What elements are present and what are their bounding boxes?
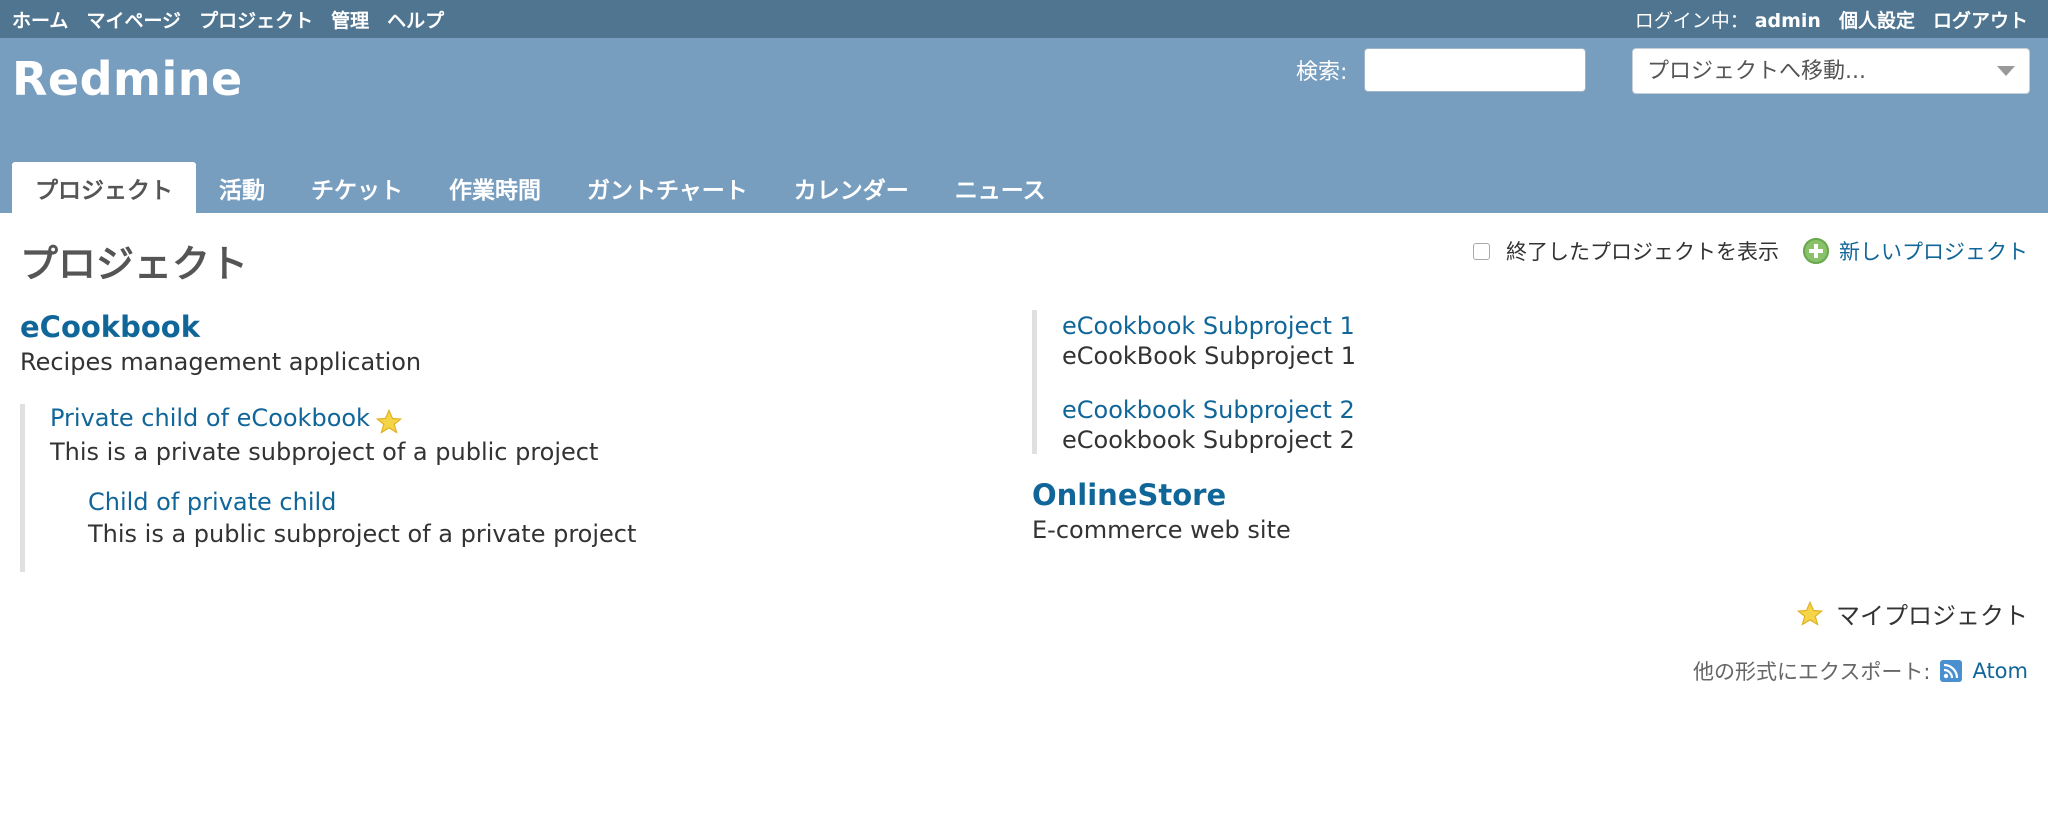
rss-feed-icon[interactable] <box>1940 660 1963 682</box>
top-menu-administration[interactable]: 管理 <box>331 6 369 33</box>
export-label: 他の形式にエクスポート: <box>1693 660 1931 684</box>
project-description: This is a public subproject of a private… <box>88 520 637 548</box>
logout-link[interactable]: ログアウト <box>1933 6 2028 33</box>
project-link-ecookbook[interactable]: eCookbook <box>20 310 421 344</box>
top-menu-left: ホーム マイページ プロジェクト 管理 ヘルプ <box>12 0 444 38</box>
logged-user-link[interactable]: admin <box>1755 10 1821 32</box>
star-icon <box>1796 600 1824 626</box>
top-menu-my-page[interactable]: マイページ <box>86 6 181 33</box>
add-icon <box>1803 238 1829 264</box>
project-subproject-1: eCookbook Subproject 1 eCookBook Subproj… <box>1062 312 1356 370</box>
tab-time-entries[interactable]: 作業時間 <box>426 162 564 213</box>
project-description: This is a private subproject of a public… <box>50 437 599 466</box>
show-closed-label[interactable]: 終了したプロジェクトを表示 <box>1506 236 1779 266</box>
star-icon <box>375 408 403 434</box>
project-private-child: Private child of eCookbook This is a pri… <box>50 404 598 466</box>
project-link-onlinestore[interactable]: OnlineStore <box>1032 478 1291 512</box>
search-input[interactable] <box>1364 48 1586 92</box>
project-children-ecookbook-right: eCookbook Subproject 1 eCookBook Subproj… <box>1032 310 1437 454</box>
project-jump-label: プロジェクトへ移動... <box>1647 59 1866 84</box>
new-project-link[interactable]: 新しいプロジェクト <box>1839 236 2028 266</box>
top-menu-help[interactable]: ヘルプ <box>387 6 444 33</box>
project-link-subproject-2[interactable]: eCookbook Subproject 2 <box>1062 396 1355 424</box>
header: Redmine 検索: プロジェクトへ移動... プロジェクト 活動 チケット … <box>0 38 2048 213</box>
atom-link[interactable]: Atom <box>1972 659 2028 683</box>
my-account-link[interactable]: 個人設定 <box>1839 6 1915 33</box>
project-link-child-of-private-child[interactable]: Child of private child <box>88 488 636 516</box>
tab-issues[interactable]: チケット <box>288 162 426 213</box>
account-menu: ログイン中： admin 個人設定 ログアウト <box>1635 0 2028 38</box>
top-menu-projects[interactable]: プロジェクト <box>199 6 313 33</box>
top-menu-home[interactable]: ホーム <box>12 6 68 33</box>
project-description: E-commerce web site <box>1032 516 1291 544</box>
project-jump-select[interactable]: プロジェクトへ移動... <box>1632 48 2030 94</box>
project-onlinestore: OnlineStore E-commerce web site <box>1032 478 1291 544</box>
project-link-subproject-1[interactable]: eCookbook Subproject 1 <box>1062 312 1356 340</box>
my-projects-legend: マイプロジェクト <box>1796 596 2028 631</box>
search-label: 検索: <box>1296 60 1348 85</box>
project-description: eCookbook Subproject 2 <box>1062 426 1355 454</box>
app-title: Redmine <box>12 52 243 106</box>
tab-activity[interactable]: 活動 <box>196 162 288 213</box>
tab-gantt[interactable]: ガントチャート <box>564 162 771 213</box>
logged-as: ログイン中： admin <box>1635 6 1821 33</box>
top-menu: ホーム マイページ プロジェクト 管理 ヘルプ ログイン中： admin 個人設定… <box>0 0 2048 38</box>
my-projects-label: マイプロジェクト <box>1836 602 2028 630</box>
chevron-down-icon <box>1997 66 2015 76</box>
other-formats: 他の形式にエクスポート: Atom <box>1693 656 2028 686</box>
logged-as-label: ログイン中： <box>1634 9 1749 32</box>
page-title: プロジェクト <box>20 242 249 286</box>
project-subproject-2: eCookbook Subproject 2 eCookbook Subproj… <box>1062 396 1355 454</box>
project-description: eCookBook Subproject 1 <box>1062 342 1357 370</box>
main-menu: プロジェクト 活動 チケット 作業時間 ガントチャート カレンダー ニュース <box>12 162 1069 213</box>
project-children-ecookbook-left: Private child of eCookbook This is a pri… <box>20 404 1015 572</box>
tab-calendar[interactable]: カレンダー <box>771 162 932 213</box>
show-closed-checkbox[interactable] <box>1473 242 1490 260</box>
project-ecookbook: eCookbook Recipes management application <box>20 310 421 376</box>
contextual-actions: 終了したプロジェクトを表示 新しいプロジェクト <box>1473 236 2028 266</box>
project-description: Recipes management application <box>20 348 422 376</box>
tab-news[interactable]: ニュース <box>932 162 1069 213</box>
project-link-private-child[interactable]: Private child of eCookbook <box>50 404 370 432</box>
tab-projects[interactable]: プロジェクト <box>12 162 196 213</box>
project-child-of-private-child: Child of private child This is a public … <box>88 488 636 548</box>
